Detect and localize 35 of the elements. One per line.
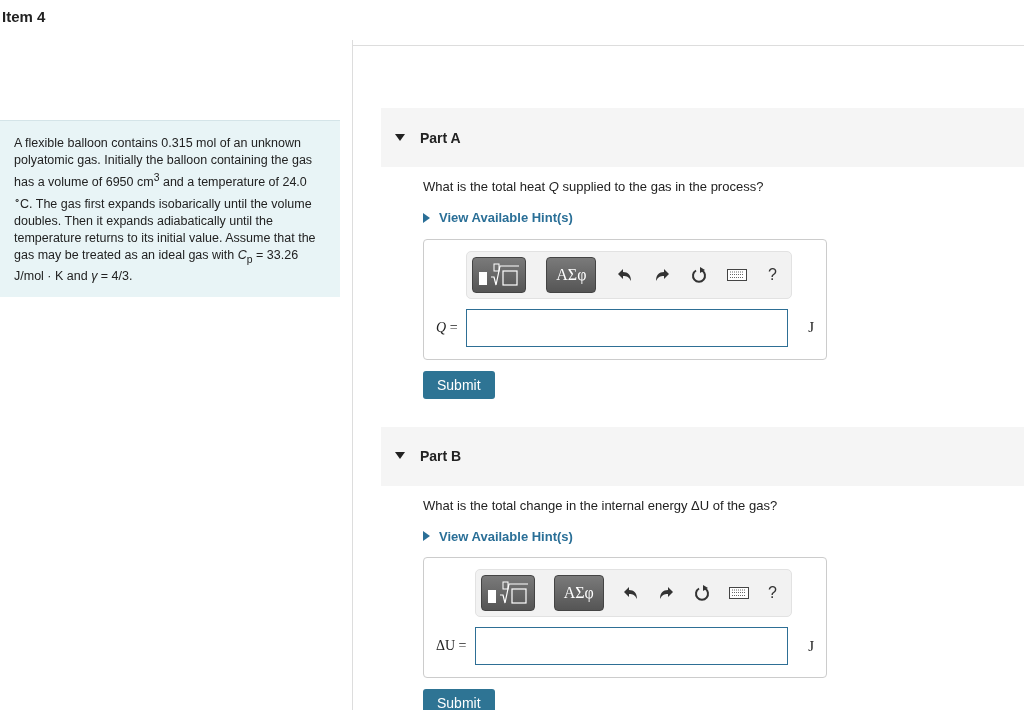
question-text: What is the total heat Q supplied to the gas in the process?: [423, 178, 765, 196]
question-text: What is the total change in the internal energy ΔU of the gas?: [423, 496, 779, 515]
expand-icon: [423, 531, 430, 541]
item-title: Item 4: [2, 8, 46, 25]
submit-button[interactable]: Submit: [423, 370, 495, 399]
part-title: Part B: [420, 448, 462, 464]
collapse-icon[interactable]: [395, 133, 405, 142]
symbols-button[interactable]: ΑΣφ: [553, 575, 604, 611]
part-header[interactable]: Part A: [381, 108, 1024, 167]
part-title: Part A: [420, 129, 461, 146]
hint-link[interactable]: View Available Hint(s): [423, 528, 573, 544]
keyboard-icon[interactable]: [728, 587, 749, 599]
redo-icon[interactable]: [653, 266, 670, 283]
help-button[interactable]: ?: [768, 265, 777, 284]
help-button[interactable]: ?: [768, 584, 777, 602]
answer-field[interactable]: [474, 627, 788, 665]
hint-link[interactable]: View Available Hint(s): [423, 210, 573, 225]
symbols-button[interactable]: ΑΣφ: [546, 256, 597, 293]
reset-icon[interactable]: [690, 265, 707, 284]
keyboard-icon[interactable]: [727, 268, 748, 281]
reset-icon[interactable]: [693, 584, 710, 602]
answer-label: ΔU =: [436, 638, 468, 654]
problem-text: A flexible balloon contains 0.315 mol of an unknown polyatomic gas. Initially the balloon containing the gas has a volume of 6950 cm$^{3}$ and a temperature of 24.0 $^{∘}$C. The gas first expands isobarically until the volume doubles. Then it expands adiabatically until the temperature returns to its initial value. Assume that the gas may be treated as an ideal gas with C$_{p}$ = 33.26 J/mol · K and γ = 4/3.: [14, 135, 317, 285]
template-button[interactable]: [480, 575, 535, 611]
submit-button[interactable]: Submit: [423, 689, 495, 710]
undo-icon[interactable]: [623, 585, 640, 601]
unit-label: J: [807, 319, 814, 336]
answer-field[interactable]: [465, 308, 788, 347]
unit-label: J: [807, 637, 814, 655]
part-header[interactable]: Part B: [381, 426, 1024, 486]
answer-label: Q =: [436, 319, 459, 336]
collapse-icon[interactable]: [395, 452, 405, 460]
expand-icon: [423, 212, 430, 223]
template-button[interactable]: [471, 256, 526, 293]
redo-icon[interactable]: [658, 585, 675, 601]
